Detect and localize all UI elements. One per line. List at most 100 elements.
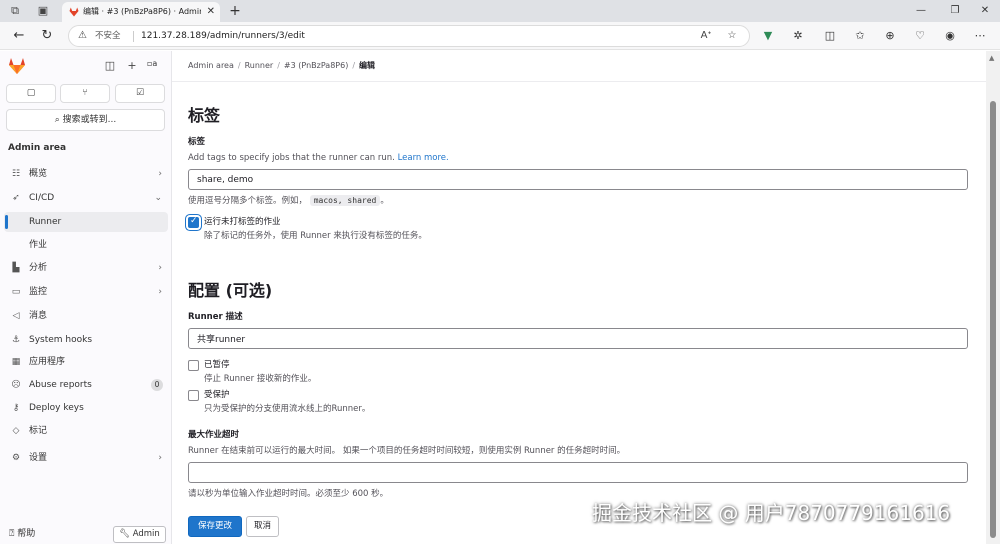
sidebar-item-monitoring[interactable]: ▭ 监控 › — [4, 282, 168, 302]
rocket-icon: ➶ — [12, 193, 20, 203]
timeout-hint: 请以秒为单位输入作业超时时间。必须至少 600 秒。 — [188, 489, 389, 499]
tags-section-title: 标签 — [188, 106, 221, 125]
breadcrumb-link[interactable]: Runner — [245, 61, 274, 70]
address-divider — [133, 31, 134, 42]
split-screen-icon[interactable]: ◫ — [822, 28, 838, 44]
sidebar-item-label: System hooks — [29, 335, 93, 345]
tags-example-code: macos, shared — [309, 195, 381, 206]
breadcrumb-link[interactable]: Admin area — [188, 61, 234, 70]
tags-description: Add tags to specify jobs that the runner… — [188, 152, 449, 164]
vue-extension-icon[interactable]: ▼ — [760, 28, 776, 44]
timeout-help: Runner 在结束前可以运行的最大时间。 如果一个项目的任务超时时间较短，则使… — [188, 446, 626, 456]
paused-checkbox[interactable] — [188, 360, 199, 371]
back-arrow-icon[interactable]: ← — [10, 27, 28, 45]
count-badge: 0 — [151, 379, 163, 391]
config-section-title: 配置 (可选) — [188, 281, 273, 300]
sidebar-item-labels[interactable]: ◇ 标记 — [4, 421, 168, 441]
minimize-icon[interactable]: — — [906, 2, 936, 20]
sidebar-item-system-hooks[interactable]: ⚓ System hooks — [4, 330, 168, 350]
issues-icon: ▢ — [26, 88, 36, 98]
anchor-icon: ⚓ — [11, 335, 21, 345]
sidebar-item-jobs[interactable]: 作业 — [4, 235, 168, 255]
learn-more-link[interactable]: Learn more. — [398, 153, 449, 163]
runner-description-input[interactable] — [188, 328, 968, 349]
security-status: 不安全 — [95, 31, 121, 41]
tags-help: 使用逗号分隔多个标签。例如， macos, shared。 — [188, 195, 389, 207]
scrollbar-thumb[interactable] — [990, 101, 996, 538]
tags-field-label: 标签 — [188, 137, 206, 147]
sidebar: ◫ + ▫a ▢ ⑂ ☑ ⌕ 搜索或转到... Admin area ☷ 概览 … — [0, 51, 172, 544]
new-tab-button[interactable]: + — [226, 2, 244, 20]
main-content: Admin area / Runner / #3 (PnBzPa8P6) / 编辑 标签 标… — [172, 51, 986, 544]
sidebar-item-label: 标记 — [29, 426, 48, 436]
todo-check-icon: ☑ — [135, 88, 145, 98]
sidebar-toggle-icon[interactable]: ◫ — [103, 59, 117, 73]
warning-triangle-icon: ⚠ — [78, 30, 87, 41]
profile-icon[interactable]: ◉ — [942, 28, 958, 44]
bullhorn-icon: ◁ — [12, 311, 20, 321]
issues-button[interactable]: ▢ — [6, 84, 56, 103]
save-changes-button[interactable]: 保存更改 — [188, 516, 242, 537]
avatar[interactable]: ▫a — [147, 58, 163, 74]
page-scrollbar[interactable]: ▲ — [986, 51, 1000, 544]
breadcrumb: Admin area / Runner / #3 (PnBzPa8P6) / 编辑 — [188, 60, 375, 72]
collections-icon[interactable]: ⊕ — [882, 28, 898, 44]
favorites-list-icon[interactable]: ✩ — [852, 28, 868, 44]
sidebar-item-label: 作业 — [29, 240, 48, 250]
monitor-icon: ▭ — [11, 287, 21, 297]
run-untagged-checkbox[interactable] — [188, 216, 199, 228]
sidebar-item-label: Runner — [29, 217, 62, 227]
breadcrumb-link[interactable]: #3 (PnBzPa8P6) — [284, 61, 348, 70]
paused-help: 停止 Runner 接收新的作业。 — [204, 374, 317, 384]
search-button[interactable]: ⌕ 搜索或转到... — [6, 109, 165, 131]
restore-icon[interactable]: ❐ — [940, 2, 970, 20]
scroll-up-icon[interactable]: ▲ — [989, 54, 994, 62]
browser-toolbar: ← ↻ ⚠ 不安全 121.37.28.189/admin/runners/3/… — [0, 22, 1000, 50]
tags-input[interactable] — [188, 169, 968, 190]
sidebar-item-applications[interactable]: ▦ 应用程序 — [4, 352, 168, 372]
more-menu-icon[interactable]: ⋯ — [972, 28, 988, 44]
paused-label[interactable]: 已暂停 — [204, 359, 230, 371]
run-untagged-label[interactable]: 运行未打标签的作业 — [204, 216, 281, 228]
workspaces-icon[interactable]: ⧉ — [6, 3, 24, 19]
gitlab-logo-icon[interactable] — [8, 57, 26, 75]
extensions-icon[interactable]: ✲ — [790, 28, 806, 44]
tab-close-icon[interactable]: ✕ — [207, 4, 215, 20]
run-untagged-help: 除了标记的任务外，使用 Runner 来执行没有标签的任务。 — [204, 231, 427, 241]
sidebar-heading: Admin area — [8, 143, 67, 153]
chevron-right-icon: › — [158, 169, 162, 179]
search-label: 搜索或转到... — [62, 115, 117, 125]
browser-tab-strip: ⧉ ▣ 编辑 · #3 (PnBzPa8P6) · Admin area · G… — [0, 0, 1000, 22]
performance-icon[interactable]: ♡ — [912, 28, 928, 44]
sidebar-item-label: CI/CD — [29, 193, 55, 203]
help-button[interactable]: ⍰ 帮助 — [9, 527, 35, 541]
sidebar-item-runner[interactable]: Runner — [4, 212, 168, 232]
sidebar-item-cicd[interactable]: ➶ CI/CD ⌄ — [4, 188, 168, 208]
read-aloud-icon[interactable]: Aᐩ — [699, 29, 713, 43]
sidebar-item-abuse-reports[interactable]: ☹ Abuse reports 0 — [4, 375, 168, 395]
todos-button[interactable]: ☑ — [115, 84, 165, 103]
url-text[interactable]: 121.37.28.189/admin/runners/3/edit — [141, 30, 305, 43]
browser-tab-active[interactable]: 编辑 · #3 (PnBzPa8P6) · Admin area · GitLa… — [62, 2, 220, 22]
merge-requests-button[interactable]: ⑂ — [60, 84, 110, 103]
sidebar-item-settings[interactable]: ⚙ 设置 › — [4, 448, 168, 468]
sidebar-item-analytics[interactable]: ▙ 分析 › — [4, 258, 168, 278]
cancel-button[interactable]: 取消 — [246, 516, 279, 537]
chart-icon: ▙ — [12, 263, 20, 273]
favorite-star-icon[interactable]: ☆ — [725, 29, 739, 43]
sidebar-item-deploy-keys[interactable]: ⚷ Deploy keys — [4, 398, 168, 418]
sidebar-item-overview[interactable]: ☷ 概览 › — [4, 164, 168, 184]
create-new-icon[interactable]: + — [125, 59, 139, 73]
timeout-input[interactable] — [188, 462, 968, 483]
sidebar-item-messages[interactable]: ◁ 消息 — [4, 306, 168, 326]
protected-label[interactable]: 受保护 — [204, 389, 230, 401]
tab-actions-icon[interactable]: ▣ — [34, 3, 52, 19]
protected-checkbox[interactable] — [188, 390, 199, 401]
breadcrumb-current: 编辑 — [359, 61, 376, 70]
address-bar[interactable]: ⚠ 不安全 121.37.28.189/admin/runners/3/edit… — [68, 25, 750, 47]
admin-button[interactable]: 🔧︎ Admin — [113, 526, 166, 543]
close-window-icon[interactable]: ✕ — [970, 2, 1000, 20]
search-icon: ⌕ — [54, 115, 60, 125]
sidebar-item-label: 概览 — [29, 169, 48, 179]
reload-icon[interactable]: ↻ — [38, 27, 56, 45]
